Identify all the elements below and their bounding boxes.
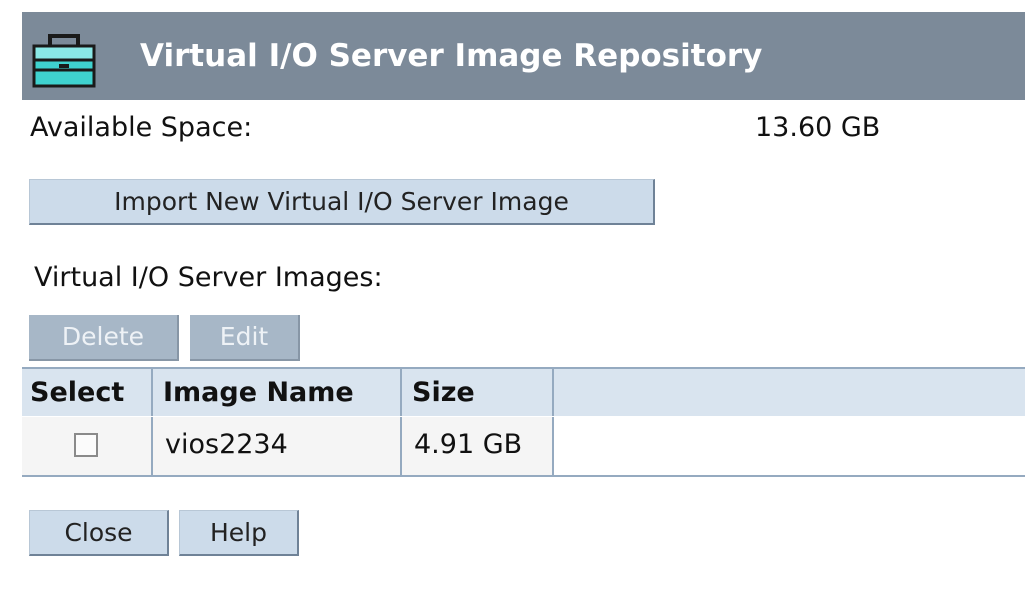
images-table: Select Image Name Size vios2234 4.91 GB xyxy=(22,367,1025,477)
images-section-label: Virtual I/O Server Images: xyxy=(34,262,383,293)
page-title: Virtual I/O Server Image Repository xyxy=(140,38,763,74)
help-button[interactable]: Help xyxy=(179,510,299,556)
toolbox-icon xyxy=(32,34,96,88)
table-header: Select Image Name Size xyxy=(22,369,1025,416)
column-header-select: Select xyxy=(22,369,153,416)
available-space-label: Available Space: xyxy=(30,112,253,143)
delete-button[interactable]: Delete xyxy=(29,315,179,361)
row-select-checkbox[interactable] xyxy=(74,433,98,457)
title-bar: Virtual I/O Server Image Repository xyxy=(22,12,1025,100)
edit-button[interactable]: Edit xyxy=(190,315,300,361)
available-space-value: 13.60 GB xyxy=(755,112,881,143)
column-header-size: Size xyxy=(402,369,554,416)
import-image-button[interactable]: Import New Virtual I/O Server Image xyxy=(29,179,655,225)
close-button[interactable]: Close xyxy=(29,510,169,556)
row-image-name: vios2234 xyxy=(153,417,402,475)
row-select-cell xyxy=(22,417,153,475)
row-image-size: 4.91 GB xyxy=(402,417,554,475)
table-row: vios2234 4.91 GB xyxy=(22,417,1025,475)
repository-panel: Virtual I/O Server Image Repository Avai… xyxy=(22,12,1025,597)
column-header-image-name: Image Name xyxy=(153,369,402,416)
